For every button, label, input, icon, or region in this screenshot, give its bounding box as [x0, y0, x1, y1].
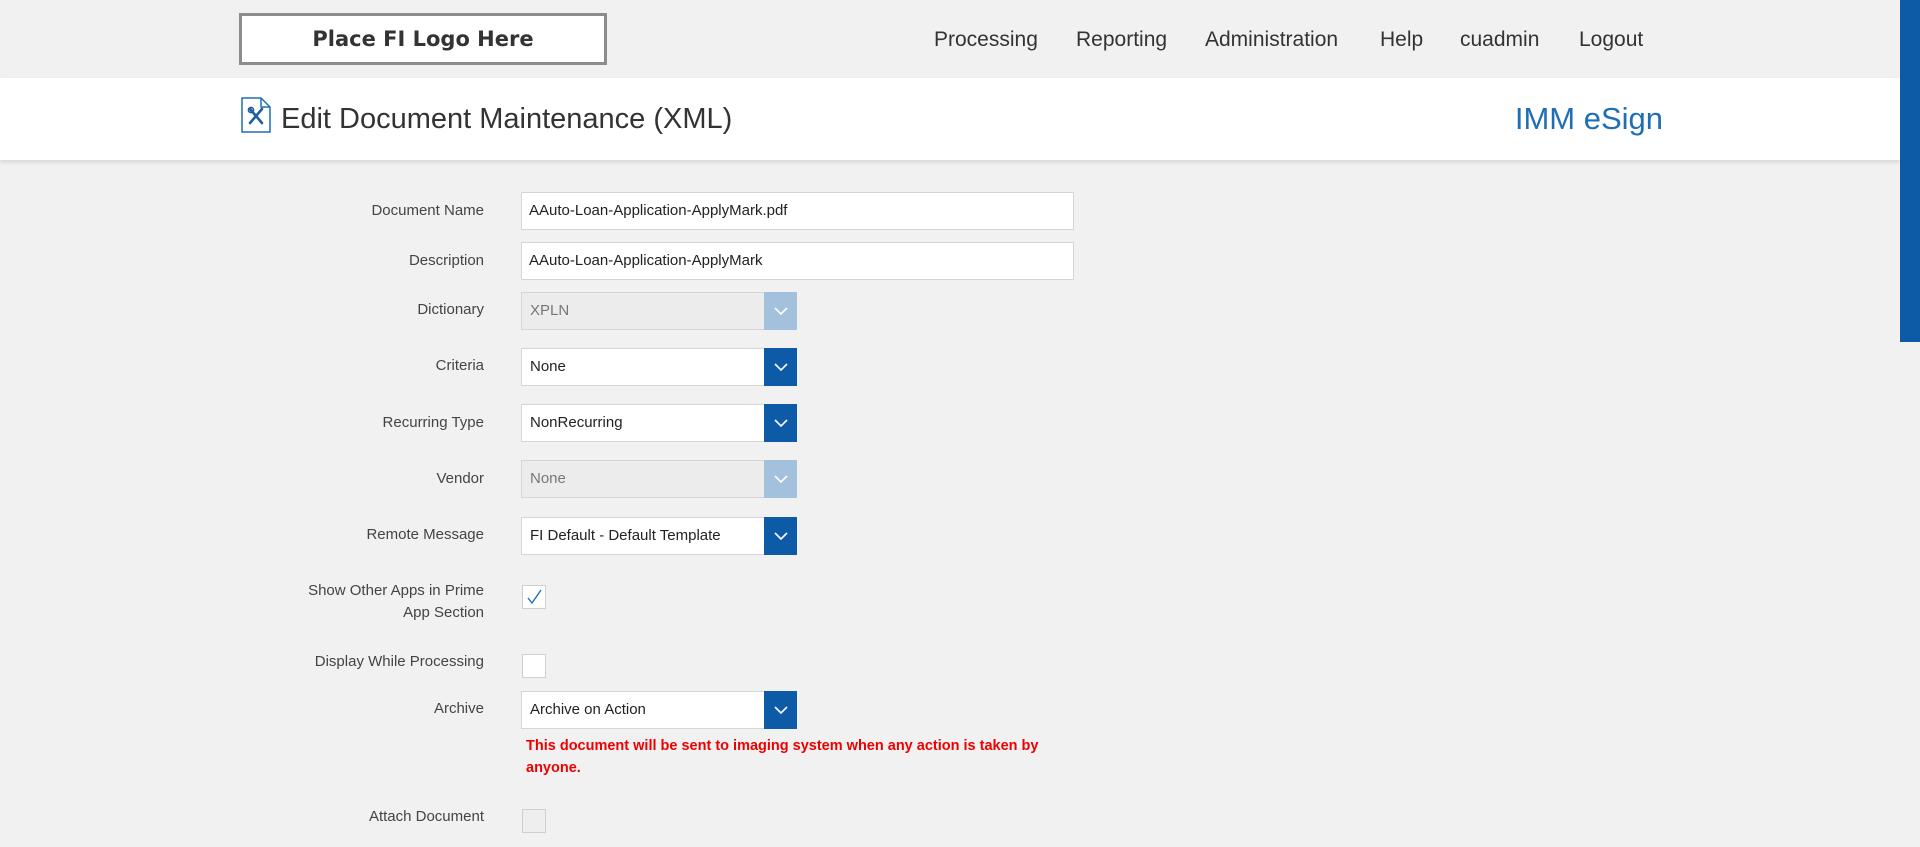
display-while-processing-checkbox[interactable]: [522, 654, 546, 678]
vendor-label: Vendor: [436, 470, 484, 487]
nav-user-cuadmin[interactable]: cuadmin: [1460, 28, 1539, 58]
attach-document-checkbox: [522, 809, 546, 833]
nav-processing[interactable]: Processing: [934, 28, 1038, 58]
dictionary-dropdown-arrow: [764, 292, 797, 330]
chevron-down-icon: [773, 306, 788, 315]
chevron-down-icon: [773, 418, 788, 427]
criteria-dropdown-arrow[interactable]: [764, 348, 797, 386]
document-name-input[interactable]: AAuto-Loan-Application-ApplyMark.pdf: [521, 192, 1074, 230]
document-edit-icon: [241, 97, 271, 133]
archive-dropdown-arrow[interactable]: [764, 691, 797, 729]
vendor-select: None: [521, 460, 797, 498]
dictionary-value: XPLN: [530, 302, 570, 319]
dictionary-select: XPLN: [521, 292, 797, 330]
remote-message-value: FI Default - Default Template: [530, 527, 721, 544]
chevron-down-icon: [773, 705, 788, 714]
criteria-select[interactable]: None: [521, 348, 797, 386]
vendor-value: None: [530, 470, 566, 487]
remote-message-select[interactable]: FI Default - Default Template: [521, 517, 797, 555]
show-other-apps-checkbox[interactable]: [522, 585, 546, 609]
recurring-type-select[interactable]: NonRecurring: [521, 404, 797, 442]
vendor-dropdown-arrow: [764, 460, 797, 498]
archive-warning-message: This document will be sent to imaging sy…: [526, 738, 1039, 776]
nav-reporting[interactable]: Reporting: [1076, 28, 1167, 58]
chevron-down-icon: [773, 362, 788, 371]
archive-select[interactable]: Archive on Action: [521, 691, 797, 729]
page-title: Edit Document Maintenance (XML): [281, 103, 733, 135]
chevron-down-icon: [773, 531, 788, 540]
checkmark-icon: [527, 589, 542, 605]
scrollbar-thumb[interactable]: [1900, 0, 1920, 342]
document-name-label: Document Name: [371, 202, 484, 219]
recurring-type-dropdown-arrow[interactable]: [764, 404, 797, 442]
show-other-apps-label: Show Other Apps in Prime App Section: [308, 582, 484, 621]
brand-name: IMM eSign: [1514, 101, 1663, 136]
fi-logo-placeholder[interactable]: Place FI Logo Here: [239, 13, 607, 65]
remote-message-dropdown-arrow[interactable]: [764, 517, 797, 555]
criteria-value: None: [530, 358, 566, 375]
recurring-type-value: NonRecurring: [530, 414, 623, 431]
remote-message-label: Remote Message: [366, 526, 484, 543]
attach-document-label: Attach Document: [368, 808, 484, 825]
nav-logout[interactable]: Logout: [1579, 28, 1643, 58]
archive-label: Archive: [433, 700, 484, 717]
description-label: Description: [408, 252, 484, 269]
display-while-processing-label: Display While Processing: [314, 653, 484, 670]
chevron-down-icon: [773, 474, 788, 483]
logo-text: Place FI Logo Here: [312, 27, 534, 51]
nav-administration[interactable]: Administration: [1205, 28, 1338, 58]
recurring-type-label: Recurring Type: [382, 414, 484, 431]
archive-value: Archive on Action: [530, 701, 646, 718]
description-input[interactable]: AAuto-Loan-Application-ApplyMark: [521, 242, 1074, 280]
nav-help[interactable]: Help: [1380, 28, 1423, 58]
criteria-label: Criteria: [435, 357, 484, 374]
dictionary-label: Dictionary: [417, 301, 484, 318]
